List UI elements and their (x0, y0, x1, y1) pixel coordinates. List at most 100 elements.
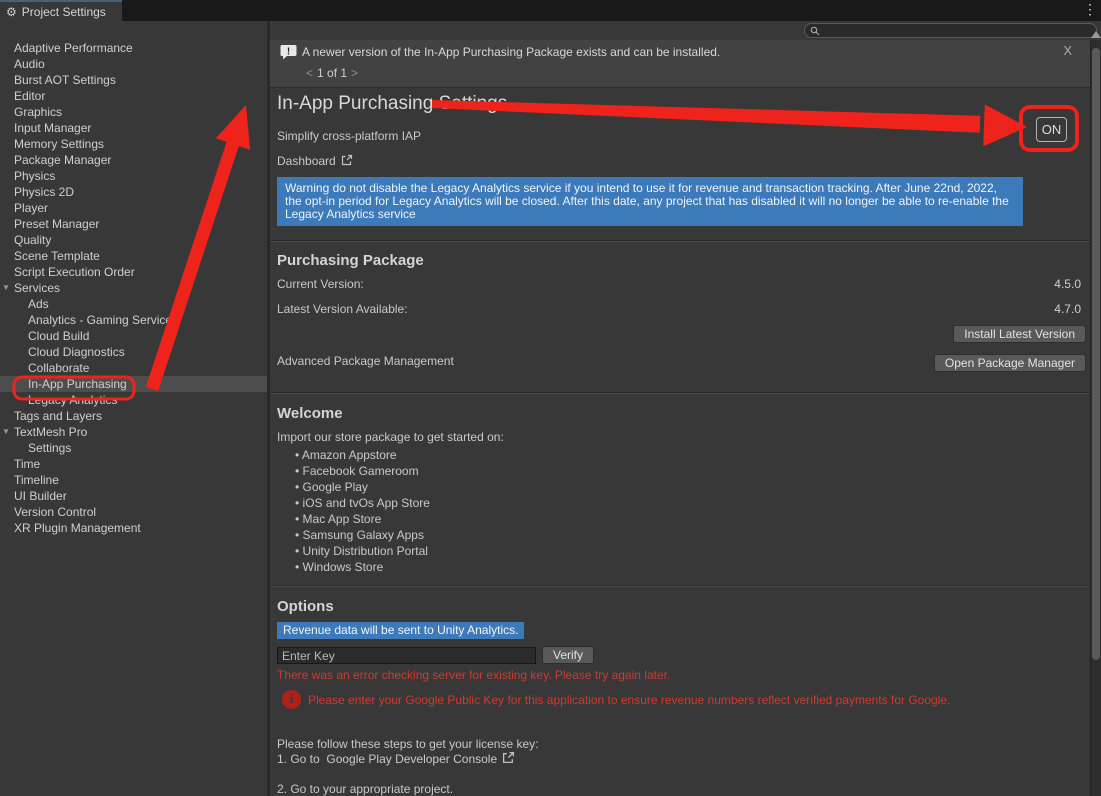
sidebar-item-audio[interactable]: Audio (0, 56, 267, 72)
sidebar-item-label: Adaptive Performance (0, 40, 133, 56)
sidebar-item-label: Physics 2D (0, 184, 74, 200)
main-panel: ! A newer version of the In-App Purchasi… (270, 40, 1090, 796)
tab-project-settings[interactable]: ⚙ Project Settings (0, 0, 122, 21)
sidebar-item-label: Player (0, 200, 48, 216)
sidebar-item-label: Package Manager (0, 152, 111, 168)
sidebar-item-time[interactable]: Time (0, 456, 267, 472)
foldout-arrow-icon[interactable]: ▼ (2, 424, 10, 440)
console-warning-icon: ! (280, 44, 297, 63)
sidebar-item-label: Scene Template (0, 248, 100, 264)
sidebar-item-analytics-gaming-services[interactable]: Analytics - Gaming Services (0, 312, 267, 328)
kebab-menu-icon[interactable]: ⋮ (1083, 1, 1097, 18)
project-settings-window: ⚙ Project Settings ⋮ Adaptive Performanc… (0, 0, 1101, 796)
pager-next-button[interactable]: > (347, 66, 362, 80)
sidebar-item-ui-builder[interactable]: UI Builder (0, 488, 267, 504)
sidebar-item-cloud-build[interactable]: Cloud Build (0, 328, 267, 344)
version-row-label: Current Version: (277, 277, 364, 291)
sidebar-item-input-manager[interactable]: Input Manager (0, 120, 267, 136)
sidebar-item-label: Legacy Analytics (0, 392, 117, 408)
sidebar-item-label: Audio (0, 56, 45, 72)
scroll-up-arrow[interactable] (1091, 31, 1101, 38)
sidebar-item-preset-manager[interactable]: Preset Manager (0, 216, 267, 232)
search-box[interactable] (804, 23, 1097, 38)
sidebar-item-label: Editor (0, 88, 45, 104)
sidebar-item-label: Collaborate (0, 360, 89, 376)
banner-message: A newer version of the In-App Purchasing… (302, 45, 720, 59)
sidebar-item-label: Cloud Build (0, 328, 89, 344)
welcome-intro: Import our store package to get started … (277, 430, 504, 444)
sidebar-item-adaptive-performance[interactable]: Adaptive Performance (0, 40, 267, 56)
store-list-item: Windows Store (295, 559, 430, 575)
purchasing-package-heading: Purchasing Package (277, 252, 424, 269)
advanced-package-label: Advanced Package Management (277, 354, 454, 368)
sidebar-item-ads[interactable]: Ads (0, 296, 267, 312)
sidebar-item-graphics[interactable]: Graphics (0, 104, 267, 120)
search-input[interactable] (820, 25, 1091, 37)
server-error-text: There was an error checking server for e… (277, 668, 670, 682)
sidebar-item-version-control[interactable]: Version Control (0, 504, 267, 520)
sidebar-item-legacy-analytics[interactable]: Legacy Analytics (0, 392, 267, 408)
external-link-icon (502, 751, 515, 767)
steps-intro: Please follow these steps to get your li… (277, 737, 538, 751)
dashboard-link[interactable]: Dashboard (277, 154, 353, 169)
sidebar-item-xr-plugin-management[interactable]: XR Plugin Management (0, 520, 267, 536)
title-bar: ⚙ Project Settings ⋮ (0, 0, 1101, 21)
store-list-item: Unity Distribution Portal (295, 543, 430, 559)
page-title: In-App Purchasing Settings (277, 93, 507, 115)
external-link-icon (341, 154, 353, 169)
sidebar-item-label: Timeline (0, 472, 59, 488)
sidebar-item-tags-and-layers[interactable]: Tags and Layers (0, 408, 267, 424)
sidebar-item-physics[interactable]: Physics (0, 168, 267, 184)
subtitle: Simplify cross-platform IAP (277, 129, 421, 143)
banner-close-button[interactable]: X (1063, 43, 1072, 58)
sidebar-item-scene-template[interactable]: Scene Template (0, 248, 267, 264)
sidebar-item-label: Script Execution Order (0, 264, 135, 280)
sidebar-item-label: Graphics (0, 104, 62, 120)
install-latest-version-button[interactable]: Install Latest Version (953, 325, 1086, 343)
verify-button[interactable]: Verify (542, 646, 594, 664)
version-row-value: 4.7.0 (1054, 302, 1081, 316)
pager-prev-button[interactable]: < (302, 66, 317, 80)
banner-pager: <1 of 1> (302, 66, 362, 80)
google-key-input[interactable] (277, 647, 536, 664)
sidebar-item-label: In-App Purchasing (0, 376, 127, 392)
sidebar-item-physics-2d[interactable]: Physics 2D (0, 184, 267, 200)
welcome-heading: Welcome (277, 405, 343, 422)
scrollbar-track[interactable] (1090, 40, 1101, 796)
window-title: Project Settings (22, 5, 106, 19)
sidebar-item-script-execution-order[interactable]: Script Execution Order (0, 264, 267, 280)
sidebar-item-in-app-purchasing[interactable]: In-App Purchasing (0, 376, 267, 392)
sidebar-item-label: Analytics - Gaming Services (0, 312, 178, 328)
sidebar-item-quality[interactable]: Quality (0, 232, 267, 248)
sidebar-item-label: Input Manager (0, 120, 91, 136)
sidebar-item-timeline[interactable]: Timeline (0, 472, 267, 488)
sidebar-item-label: Version Control (0, 504, 96, 520)
iap-enable-toggle[interactable]: ON (1036, 117, 1067, 142)
sidebar-item-editor[interactable]: Editor (0, 88, 267, 104)
notification-banner: ! A newer version of the In-App Purchasi… (270, 40, 1090, 88)
scrollbar-thumb[interactable] (1092, 48, 1100, 660)
open-package-manager-button[interactable]: Open Package Manager (934, 354, 1086, 372)
sidebar-item-cloud-diagnostics[interactable]: Cloud Diagnostics (0, 344, 267, 360)
sidebar-item-services[interactable]: ▼Services (0, 280, 267, 296)
sidebar-item-textmesh-pro[interactable]: ▼TextMesh Pro (0, 424, 267, 440)
sidebar-item-label: TextMesh Pro (0, 424, 87, 440)
sidebar-item-settings[interactable]: Settings (0, 440, 267, 456)
search-icon (810, 26, 820, 36)
sidebar-item-memory-settings[interactable]: Memory Settings (0, 136, 267, 152)
version-row-value: 4.5.0 (1054, 277, 1081, 291)
sidebar-item-package-manager[interactable]: Package Manager (0, 152, 267, 168)
sidebar-item-burst-aot-settings[interactable]: Burst AOT Settings (0, 72, 267, 88)
sidebar-item-player[interactable]: Player (0, 200, 267, 216)
section-divider (270, 585, 1090, 587)
version-row-label: Latest Version Available: (277, 302, 408, 316)
foldout-arrow-icon[interactable]: ▼ (2, 280, 10, 296)
pager-count: 1 of 1 (317, 66, 347, 80)
gear-icon: ⚙ (6, 6, 17, 18)
sidebar-item-label: XR Plugin Management (0, 520, 141, 536)
sidebar-item-collaborate[interactable]: Collaborate (0, 360, 267, 376)
store-list-item: Amazon Appstore (295, 447, 430, 463)
store-list-item: Google Play (295, 479, 430, 495)
sidebar-item-label: Ads (0, 296, 49, 312)
google-play-console-link[interactable]: Google Play Developer Console (326, 752, 497, 766)
